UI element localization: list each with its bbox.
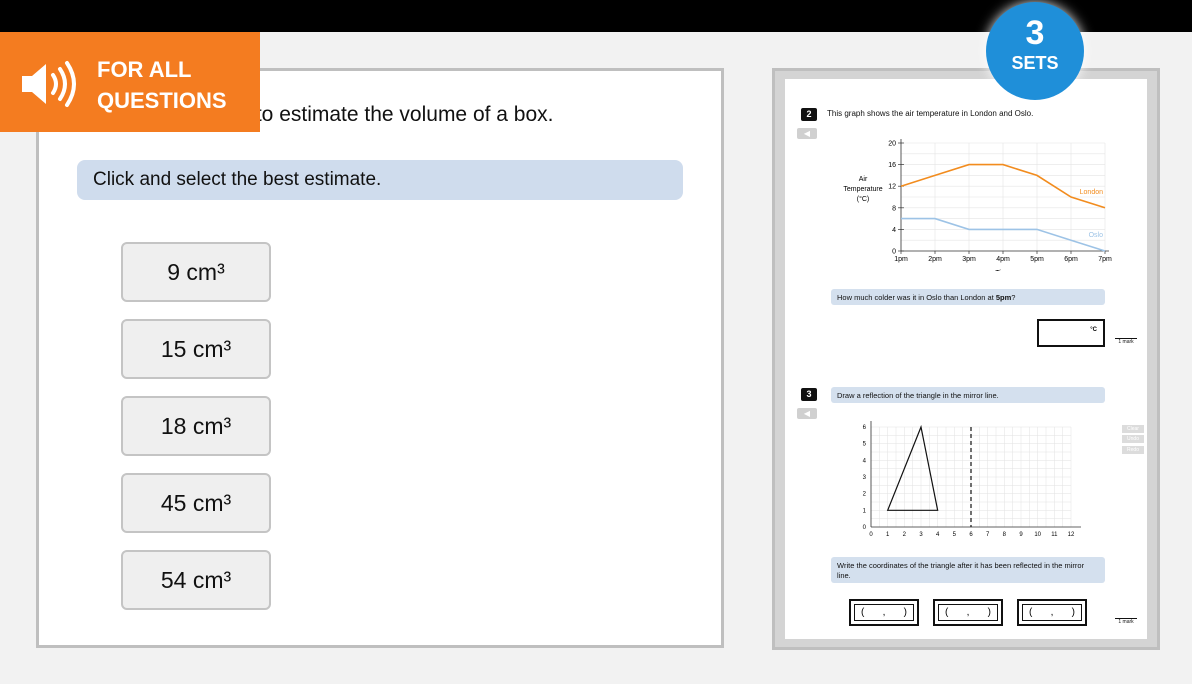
y-tick-label: 0 <box>863 525 867 531</box>
banner-line-1: FOR ALL <box>97 57 192 82</box>
x-tick-label: 9 <box>1019 532 1023 538</box>
banner-line-2: QUESTIONS <box>97 88 227 113</box>
coordinate-input-3[interactable]: (,) <box>1017 599 1087 626</box>
y-tick-label: 16 <box>888 162 896 169</box>
coordinate-input-2[interactable]: (,) <box>933 599 1003 626</box>
sets-count: 3 <box>1025 14 1045 52</box>
x-tick-label: 2 <box>903 532 907 538</box>
y-tick-label: 2 <box>863 492 867 498</box>
y-axis-label-1: Air <box>859 176 868 183</box>
question-2-text: This graph shows the air temperature in … <box>827 109 1034 118</box>
clear-button[interactable]: Clear <box>1122 425 1144 433</box>
instruction-bar: Click and select the best estimate. <box>77 160 683 200</box>
x-tick-label: 7pm <box>1098 256 1112 263</box>
question-panel: ubes to estimate the volume of a box. Cl… <box>36 68 724 648</box>
q2-answer-input[interactable]: °C <box>1037 319 1105 347</box>
x-tick-label: 6pm <box>1064 256 1078 263</box>
q2-prompt-post: ? <box>1011 293 1016 302</box>
sets-badge: 3 SETS <box>986 2 1084 100</box>
x-tick-label: 5pm <box>1030 256 1044 263</box>
x-tick-label: 12 <box>1068 532 1075 538</box>
x-tick-label: 5 <box>953 532 957 538</box>
y-axis-label-3: (°C) <box>857 195 870 203</box>
option-2[interactable]: 15 cm³ <box>121 319 271 379</box>
worksheet-preview: 2 ◀ This graph shows the air temperature… <box>785 79 1147 639</box>
x-tick-label: 10 <box>1034 532 1041 538</box>
y-axis-label-2: Temperature <box>843 186 882 193</box>
y-tick-label: 4 <box>892 227 896 234</box>
speaker-icon <box>22 61 76 107</box>
question-3-number: 3 <box>801 388 817 401</box>
option-3[interactable]: 18 cm³ <box>121 396 271 456</box>
audio-banner-label: FOR ALL QUESTIONS <box>97 54 227 116</box>
x-tick-label: 7 <box>986 532 990 538</box>
redo-button[interactable]: Redo <box>1122 446 1144 454</box>
question-2-number: 2 <box>801 108 817 121</box>
q2-unit: °C <box>1090 327 1097 333</box>
coordinate-input-1[interactable]: (,) <box>849 599 919 626</box>
sets-label: SETS <box>1011 53 1059 73</box>
y-tick-label: 0 <box>892 249 896 256</box>
x-tick-label: 1pm <box>894 256 908 263</box>
option-4[interactable]: 45 cm³ <box>121 473 271 533</box>
reflection-grid[interactable]: 0 1 2 3 4 5 6 7 8 9 10 11 120123456 <box>785 409 1105 545</box>
x-tick-label: 11 <box>1051 532 1058 538</box>
question-3-prompt: Write the coordinates of the triangle af… <box>831 557 1105 583</box>
x-tick-label: 0 <box>869 532 873 538</box>
y-tick-label: 5 <box>863 442 867 448</box>
x-tick-label: 6 <box>969 532 973 538</box>
x-tick-label: 3pm <box>962 256 976 263</box>
q2-mark: 1 mark <box>1115 338 1137 345</box>
q3-mark: 1 mark <box>1115 618 1137 625</box>
option-1[interactable]: 9 cm³ <box>121 242 271 302</box>
y-tick-label: 8 <box>892 205 896 212</box>
q2-prompt-bold: 5pm <box>995 293 1012 302</box>
x-tick-label: 4pm <box>996 256 1010 263</box>
x-axis-label: Time <box>995 270 1010 271</box>
option-5[interactable]: 54 cm³ <box>121 550 271 610</box>
y-tick-label: 3 <box>863 475 867 481</box>
y-tick-label: 12 <box>888 184 896 191</box>
x-tick-label: 8 <box>1003 532 1007 538</box>
audio-banner[interactable]: FOR ALL QUESTIONS <box>0 32 260 132</box>
cube-box-figure <box>373 267 643 577</box>
x-tick-label: 1 <box>886 532 890 538</box>
series-label-oslo: Oslo <box>1089 232 1104 239</box>
question-2-prompt: How much colder was it in Oslo than Lond… <box>831 289 1105 305</box>
temperature-line-chart: Air Temperature (°C) 0 4 8 12 16 20 1pm 2pm 3pm 4… <box>843 139 1112 271</box>
x-tick-label: 3 <box>919 532 923 538</box>
undo-button[interactable]: Undo <box>1122 435 1144 443</box>
q2-prompt-pre: How much colder was it in Oslo than Lond… <box>837 293 996 302</box>
x-tick-label: 4 <box>936 532 940 538</box>
series-label-london: London <box>1080 189 1103 196</box>
y-tick-label: 20 <box>888 141 896 148</box>
question-3-text: Draw a reflection of the triangle in the… <box>831 387 1105 403</box>
y-tick-label: 4 <box>863 458 867 464</box>
y-tick-label: 6 <box>863 425 867 431</box>
x-tick-label: 2pm <box>928 256 942 263</box>
preview-panel: 2 ◀ This graph shows the air temperature… <box>772 68 1160 650</box>
y-tick-label: 1 <box>863 508 867 514</box>
